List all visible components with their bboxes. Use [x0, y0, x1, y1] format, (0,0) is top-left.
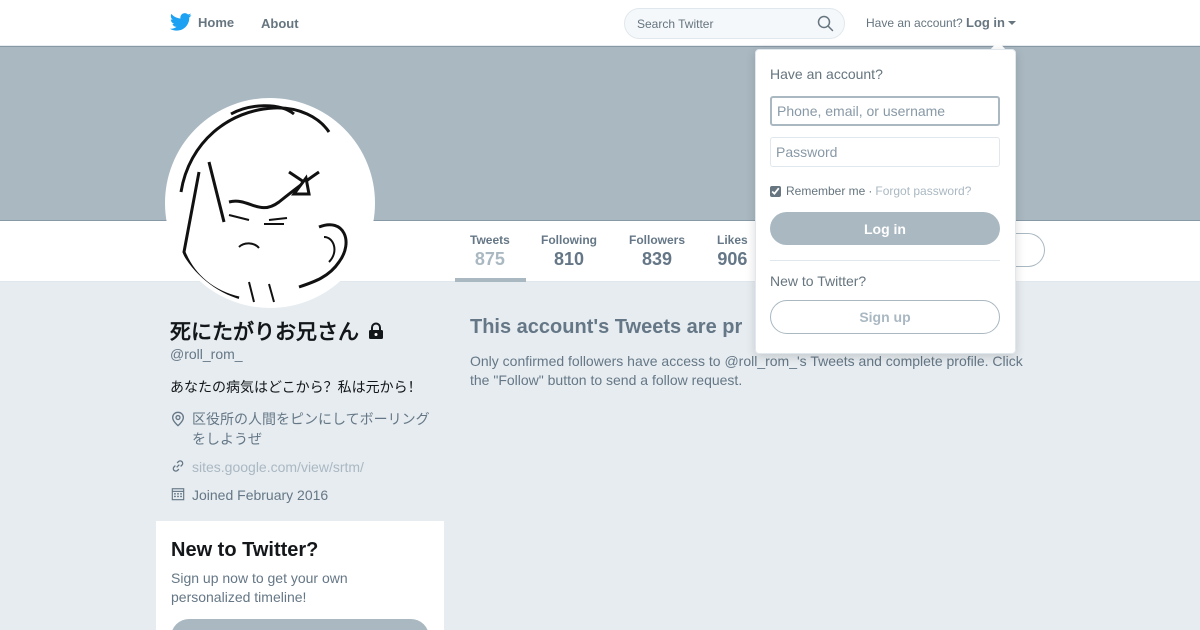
- caret-down-icon: [1008, 21, 1016, 25]
- calendar-icon: [171, 488, 185, 501]
- remember-row: Remember me · Forgot password?: [770, 184, 971, 198]
- remember-separator: ·: [868, 184, 873, 198]
- remember-me-checkbox[interactable]: [770, 185, 781, 197]
- location-pin-icon: [171, 411, 185, 427]
- forgot-password-link[interactable]: Forgot password?: [875, 184, 971, 198]
- password-field[interactable]: [770, 137, 1000, 167]
- nav-home-link[interactable]: Home: [170, 13, 234, 31]
- profile-handle[interactable]: @roll_rom_: [170, 346, 243, 362]
- stat-label: Tweets: [470, 233, 510, 247]
- account-prompt: Have an account?: [866, 16, 963, 30]
- lock-icon: [369, 322, 383, 339]
- stat-label: Following: [541, 233, 597, 247]
- signup-card-title: New to Twitter?: [171, 539, 319, 561]
- twitter-bird-icon: [170, 13, 192, 31]
- protected-title: This account's Tweets are pr: [470, 316, 743, 338]
- login-button[interactable]: Log in: [770, 212, 1000, 245]
- login-toggle-label: Log in: [966, 15, 1005, 30]
- avatar[interactable]: [165, 98, 375, 308]
- dropdown-heading: Have an account?: [770, 66, 883, 82]
- active-tab-indicator: [455, 278, 526, 282]
- profile-url: sites.google.com/view/srtm/: [170, 457, 364, 477]
- link-icon: [172, 460, 184, 472]
- stat-tweets[interactable]: Tweets 875: [470, 233, 510, 270]
- search-icon[interactable]: [817, 15, 834, 32]
- dropdown-divider: [770, 260, 1000, 261]
- stat-value: 810: [553, 249, 585, 269]
- signup-button[interactable]: Sign up: [770, 300, 1000, 334]
- profile-name: 死にたがりお兄さん: [170, 316, 385, 346]
- stat-followers[interactable]: Followers 839: [629, 233, 685, 270]
- signup-card-text: Sign up now to get your own personalized…: [171, 570, 348, 605]
- stat-value: 906: [717, 249, 748, 269]
- stat-likes[interactable]: Likes 906: [717, 233, 748, 270]
- username-field[interactable]: [770, 96, 1000, 126]
- profile-joined: Joined February 2016: [170, 485, 328, 505]
- avatar-drawing: [179, 104, 348, 303]
- profile-name-text: 死にたがりお兄さん: [170, 321, 359, 344]
- signup-card: New to Twitter? Sign up now to get your …: [156, 521, 444, 630]
- stat-label: Likes: [717, 233, 748, 247]
- login-dropdown: Have an account? Remember me · Forgot pa…: [755, 49, 1016, 354]
- search-input[interactable]: [625, 9, 815, 38]
- remember-me-label[interactable]: Remember me: [786, 184, 865, 198]
- nav-about-link[interactable]: About: [261, 16, 299, 31]
- stat-following[interactable]: Following 810: [541, 233, 597, 270]
- profile-location: 区役所の人間をピンにしてボーリングをしようぜ: [170, 409, 440, 449]
- stat-value: 839: [641, 249, 673, 269]
- protected-body: Only confirmed followers have access to …: [470, 353, 1023, 388]
- search-box: [624, 8, 845, 39]
- nav-home-label: Home: [198, 14, 235, 30]
- profile-joined-text: Joined February 2016: [192, 487, 329, 503]
- new-to-twitter-label: New to Twitter?: [770, 273, 867, 289]
- login-dropdown-toggle[interactable]: Log in: [966, 15, 1016, 30]
- top-nav: Home About Have an account? Log in: [0, 0, 1200, 46]
- signup-card-button[interactable]: [171, 619, 429, 630]
- stat-label: Followers: [629, 233, 686, 247]
- profile-location-text: 区役所の人間をピンにしてボーリングをしようぜ: [192, 411, 430, 447]
- profile-url-link[interactable]: sites.google.com/view/srtm/: [192, 457, 364, 477]
- stat-value: 875: [474, 249, 505, 269]
- profile-bio: あなたの病気はどこから？私は元から！: [170, 379, 422, 395]
